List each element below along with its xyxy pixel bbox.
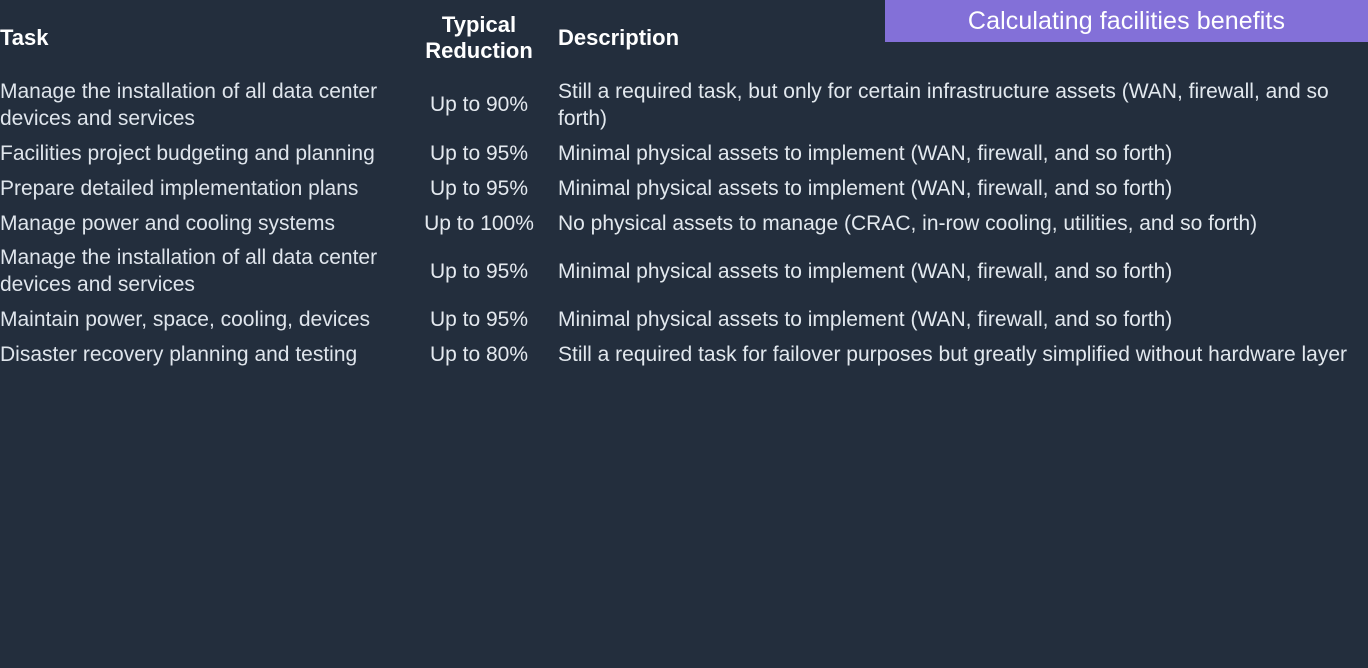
cell-task: Maintain power, space, cooling, devices [0,308,371,332]
cell-task: Manage the installation of all data cent… [0,246,378,297]
table-row: Maintain power, space, cooling, devices … [0,303,1368,338]
cell-description: Minimal physical assets to implement (WA… [558,141,1173,165]
cell-task: Prepare detailed implementation plans [0,176,359,200]
cell-description: Minimal physical assets to implement (WA… [558,259,1173,283]
cell-description: Minimal physical assets to implement (WA… [558,308,1173,332]
cell-description: No physical assets to manage (CRAC, in-r… [558,211,1258,235]
slide-root: Calculating facilities benefits Task Typ… [0,0,1368,668]
cell-typical-reduction: Up to 100% [424,211,534,235]
table-header-row: Task Typical Reduction Description [0,0,1368,75]
cell-task: Manage power and cooling systems [0,211,336,235]
cell-typical-reduction: Up to 90% [429,93,529,117]
table-row: Manage the installation of all data cent… [0,241,1368,303]
cell-typical-reduction: Up to 95% [429,259,529,283]
column-header-task: Task [0,24,49,50]
column-header-typical-reduction: Typical Reduction [425,11,533,63]
cell-description: Still a required task, but only for cert… [558,80,1329,130]
cell-typical-reduction: Up to 95% [429,141,529,165]
cell-task: Manage the installation of all data cent… [0,80,378,130]
cell-typical-reduction: Up to 95% [429,176,529,200]
cell-task: Disaster recovery planning and testing [0,343,358,366]
cell-description: Still a required task for failover purpo… [558,343,1348,366]
column-header-description: Description [558,24,680,50]
table-row: Manage power and cooling systems Up to 1… [0,207,1368,242]
cell-typical-reduction: Up to 95% [429,308,529,332]
cell-typical-reduction: Up to 80% [429,343,529,366]
cell-description: Minimal physical assets to implement (WA… [558,176,1173,200]
table-row: Manage the installation of all data cent… [0,75,1368,137]
facilities-benefits-table: Task Typical Reduction Description Manag… [0,0,1368,373]
table-body: Manage the installation of all data cent… [0,75,1368,373]
cell-task: Facilities project budgeting and plannin… [0,141,375,165]
table-header: Task Typical Reduction Description [0,0,1368,75]
table-row: Facilities project budgeting and plannin… [0,137,1368,172]
table-row: Prepare detailed implementation plans Up… [0,172,1368,207]
table-row: Disaster recovery planning and testing U… [0,338,1368,373]
